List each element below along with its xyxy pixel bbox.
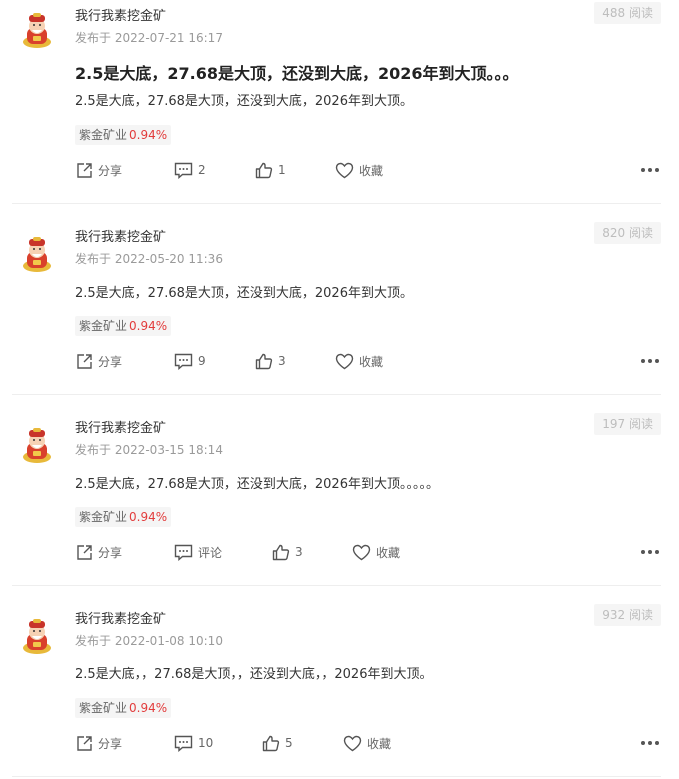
author-name[interactable]: 我行我素挖金矿 (75, 612, 166, 628)
post-divider (12, 585, 661, 586)
post-card[interactable]: 我行我素挖金矿 发布于 2022-07-21 16:17 488 阅读 2.5是… (0, 0, 679, 204)
more-dots-icon[interactable] (641, 161, 659, 179)
share-label: 分享 (98, 163, 123, 178)
stock-change: 0.94% (129, 701, 168, 715)
publish-time: 发布于 2022-07-21 16:17 (75, 31, 223, 45)
author-avatar[interactable] (19, 427, 55, 463)
like-count: 3 (295, 545, 303, 559)
author-name[interactable]: 我行我素挖金矿 (75, 230, 166, 246)
publish-time: 发布于 2022-05-20 11:36 (75, 252, 223, 266)
share-button[interactable]: 分享 (76, 159, 122, 181)
like-icon (262, 735, 280, 751)
favorite-button[interactable]: 收藏 (335, 159, 383, 181)
post-card[interactable]: 我行我素挖金矿 发布于 2022-01-08 10:10 932 阅读 2.5是… (0, 604, 679, 779)
post-divider (12, 776, 661, 777)
comment-icon (174, 162, 193, 179)
like-icon (255, 353, 273, 369)
favorite-button[interactable]: 收藏 (343, 732, 391, 754)
favorite-button[interactable]: 收藏 (352, 541, 400, 563)
like-button[interactable]: 5 (262, 732, 293, 754)
comment-label: 评论 (198, 545, 223, 560)
comment-icon (174, 544, 193, 561)
post-divider (12, 203, 661, 204)
stock-tag[interactable]: 紫金矿业 0.94% (75, 507, 172, 527)
like-count: 1 (278, 163, 286, 177)
comment-icon (174, 353, 193, 370)
stock-name: 紫金矿业 (79, 128, 128, 142)
like-button[interactable]: 1 (255, 159, 286, 181)
share-label: 分享 (98, 736, 123, 751)
stock-name: 紫金矿业 (79, 510, 128, 524)
author-avatar[interactable] (19, 12, 55, 48)
comment-button[interactable]: 10 (174, 732, 213, 754)
stock-tag[interactable]: 紫金矿业 0.94% (75, 698, 172, 718)
comment-button[interactable]: 2 (174, 159, 206, 181)
like-icon (255, 162, 273, 178)
comment-button[interactable]: 9 (174, 350, 206, 372)
like-count: 3 (278, 354, 286, 368)
stock-tag[interactable]: 紫金矿业 0.94% (75, 316, 172, 336)
author-avatar[interactable] (19, 236, 55, 272)
share-icon (77, 735, 92, 751)
post-divider (12, 394, 661, 395)
post-body[interactable]: 2.5是大底，27.68是大顶，还没到大底，2026年到大顶。。。。。 (75, 476, 439, 494)
post-body[interactable]: 2.5是大底，27.68是大顶，还没到大底，2026年到大顶。 (75, 285, 413, 303)
favorite-heart-icon (335, 353, 354, 369)
comment-icon (174, 735, 193, 752)
view-count-badge: 197 阅读 (594, 413, 661, 435)
share-label: 分享 (98, 545, 123, 560)
stock-change: 0.94% (129, 128, 168, 142)
view-count-badge: 932 阅读 (594, 604, 661, 626)
view-count-badge: 820 阅读 (594, 222, 661, 244)
more-dots-icon[interactable] (641, 543, 659, 561)
share-label: 分享 (98, 354, 123, 369)
like-icon (272, 544, 290, 560)
post-title[interactable]: 2.5是大底，27.68是大顶，还没到大底，2026年到大顶。。。 (75, 64, 519, 84)
like-button[interactable]: 3 (255, 350, 286, 372)
comment-count: 10 (198, 736, 214, 750)
share-icon (77, 353, 92, 369)
favorite-label: 收藏 (359, 354, 384, 369)
share-icon (77, 544, 92, 560)
comment-count: 2 (198, 163, 206, 177)
author-name[interactable]: 我行我素挖金矿 (75, 9, 166, 25)
post-body[interactable]: 2.5是大底，，27.68是大顶，，还没到大底，，2026年到大顶。 (75, 666, 432, 684)
author-avatar[interactable] (19, 618, 55, 654)
favorite-label: 收藏 (367, 736, 392, 751)
comment-count: 9 (198, 354, 206, 368)
share-button[interactable]: 分享 (76, 350, 122, 372)
like-count: 5 (285, 736, 293, 750)
stock-change: 0.94% (129, 319, 168, 333)
more-dots-icon[interactable] (641, 352, 659, 370)
favorite-label: 收藏 (376, 545, 401, 560)
share-icon (77, 162, 92, 178)
post-card[interactable]: 我行我素挖金矿 发布于 2022-03-15 18:14 197 阅读 2.5是… (0, 413, 679, 606)
stock-name: 紫金矿业 (79, 701, 128, 715)
comment-button[interactable]: 评论 (174, 541, 222, 563)
stock-name: 紫金矿业 (79, 319, 128, 333)
favorite-label: 收藏 (359, 163, 384, 178)
post-card[interactable]: 我行我素挖金矿 发布于 2022-05-20 11:36 820 阅读 2.5是… (0, 222, 679, 415)
like-button[interactable]: 3 (272, 541, 303, 563)
favorite-heart-icon (335, 162, 354, 178)
more-dots-icon[interactable] (641, 734, 659, 752)
share-button[interactable]: 分享 (76, 732, 122, 754)
view-count-badge: 488 阅读 (594, 2, 661, 24)
favorite-button[interactable]: 收藏 (335, 350, 383, 372)
favorite-heart-icon (343, 735, 362, 751)
stock-change: 0.94% (129, 510, 168, 524)
publish-time: 发布于 2022-01-08 10:10 (75, 634, 223, 648)
share-button[interactable]: 分享 (76, 541, 122, 563)
post-body[interactable]: 2.5是大底，27.68是大顶，还没到大底，2026年到大顶。 (75, 93, 413, 111)
author-name[interactable]: 我行我素挖金矿 (75, 421, 166, 437)
favorite-heart-icon (352, 544, 371, 560)
post-feed: 我行我素挖金矿 发布于 2022-07-21 16:17 488 阅读 2.5是… (0, 0, 679, 779)
stock-tag[interactable]: 紫金矿业 0.94% (75, 125, 172, 145)
publish-time: 发布于 2022-03-15 18:14 (75, 443, 223, 457)
